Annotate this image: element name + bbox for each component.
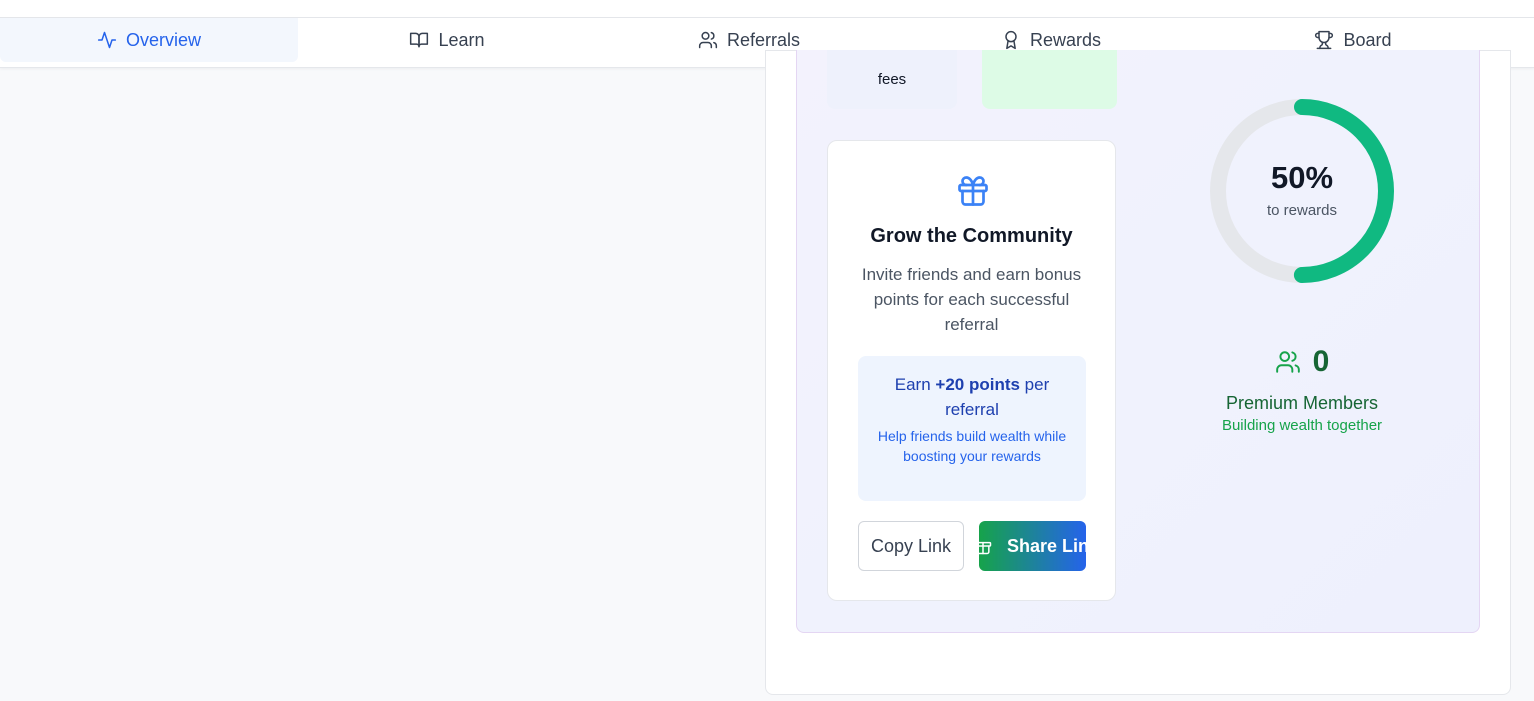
fees-stat-card: fees: [827, 50, 957, 109]
tab-learn[interactable]: Learn: [298, 18, 596, 62]
tab-learn-label: Learn: [438, 29, 485, 50]
premium-members-count: 0: [1250, 342, 1354, 382]
members-subtitle: Building wealth together: [1221, 417, 1383, 434]
tab-overview-label: Overview: [125, 29, 201, 50]
tab-board-label: Board: [1343, 29, 1392, 50]
progress-label: to rewards: [1266, 202, 1338, 219]
members-title: Premium Members: [1225, 393, 1379, 413]
green-stat-card: [982, 50, 1117, 109]
share-link-button[interactable]: Share Lin: [979, 521, 1086, 571]
progress-percent: 50%: [1270, 160, 1334, 195]
fees-stat-label: fees: [877, 71, 907, 88]
members-count-value: 0: [1312, 345, 1330, 378]
activity-icon: [97, 31, 117, 49]
earn-points-value: +20 points: [935, 375, 1020, 394]
invite-description: Invite friends and earn bonus points for…: [861, 265, 1082, 334]
gift-icon: [955, 173, 991, 209]
share-link-label: Share Lin: [1007, 535, 1086, 556]
window-top-strip: [0, 0, 1534, 18]
tab-overview[interactable]: Overview: [0, 18, 298, 62]
users-icon: [1275, 351, 1300, 373]
book-icon: [410, 32, 429, 48]
earn-points-title: Earn +20 points per referral: [866, 372, 1078, 422]
invite-title: Grow the Community: [870, 225, 1073, 247]
share-icon: [979, 541, 992, 555]
tab-referrals-label: Referrals: [726, 29, 801, 50]
earn-points-subtitle: Help friends build wealth while boosting…: [877, 428, 1067, 464]
trophy-icon: [1315, 30, 1334, 50]
award-icon: [1005, 30, 1017, 50]
earn-prefix: Earn: [894, 375, 936, 394]
invite-card: Grow the Community Invite friends and ea…: [827, 140, 1116, 601]
tab-rewards-label: Rewards: [1029, 29, 1102, 50]
copy-link-button[interactable]: Copy Link: [858, 521, 964, 571]
users-icon: [698, 31, 718, 49]
earn-points-box: Earn +20 points per referral Help friend…: [858, 356, 1086, 501]
